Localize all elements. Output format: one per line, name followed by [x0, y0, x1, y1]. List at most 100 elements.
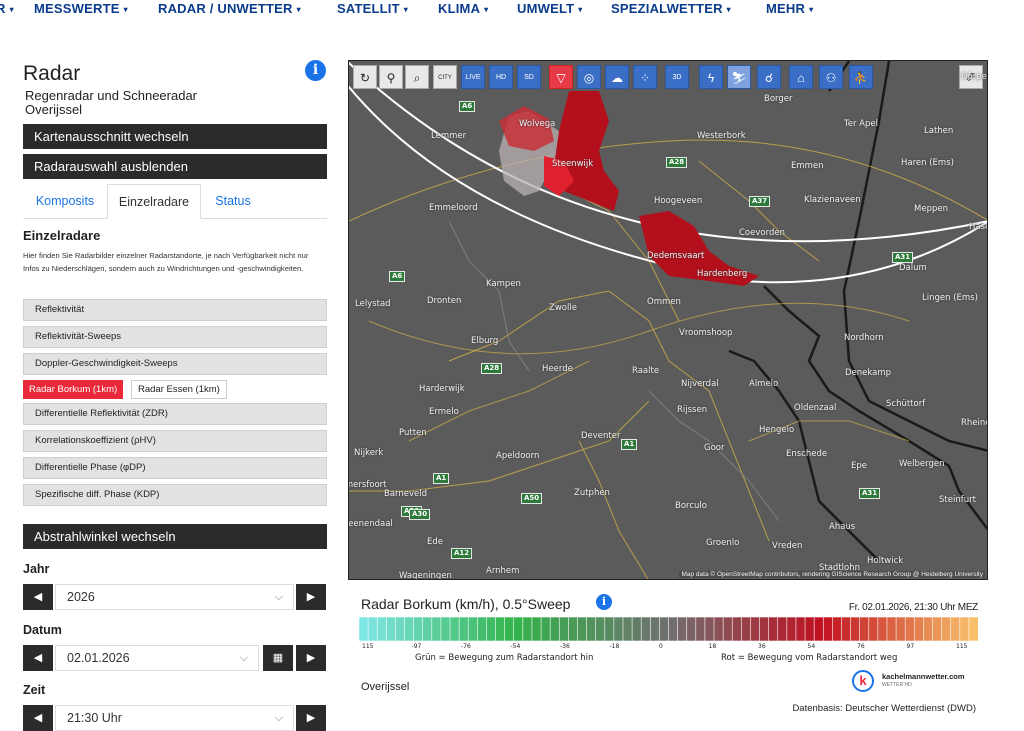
zoom-button[interactable]: ⌕: [405, 65, 429, 89]
radar-map[interactable]: ↻ ⚲ ⌕ CITY LIVE HD SD ▽ ◎ ☁ ⁘ 3D ϟ ⛷ ☌ ⌂…: [348, 60, 988, 580]
scale-swatch: [750, 617, 761, 641]
time-next-button[interactable]: ▶: [296, 705, 326, 731]
nav-item-7[interactable]: MEHR ▾: [766, 1, 813, 16]
tab-einzelradare[interactable]: Einzelradare: [107, 184, 201, 219]
scale-swatch: [822, 617, 833, 641]
place-label: Wageningen: [399, 571, 452, 580]
place-label: Emmen: [791, 161, 824, 171]
nav-item-6[interactable]: SPEZIALWETTER ▾: [611, 1, 731, 16]
scale-swatch: [622, 617, 633, 641]
nav-item-2[interactable]: RADAR / UNWETTER ▾: [158, 1, 301, 16]
place-label: Kampen: [486, 279, 521, 289]
scale-swatch: [686, 617, 697, 641]
nav-item-1[interactable]: MESSWERTE ▾: [34, 1, 128, 16]
nav-label: MEHR: [766, 1, 806, 16]
scale-swatch: [376, 617, 387, 641]
place-label: Hengelo: [759, 425, 795, 435]
place-label: Holtwick: [867, 556, 904, 566]
product-phidp[interactable]: Differentielle Phase (φDP): [23, 457, 327, 479]
cloud-icon[interactable]: ☁: [605, 65, 629, 89]
place-label: Denekamp: [845, 368, 892, 378]
nav-item-4[interactable]: KLIMA ▾: [438, 1, 488, 16]
year-next-button[interactable]: ▶: [296, 584, 326, 610]
place-label: Arnhem: [486, 566, 520, 576]
scale-tick-label: -76: [461, 643, 471, 650]
city-layer-button[interactable]: CITY: [433, 65, 457, 89]
scale-tick-label: 97: [906, 643, 915, 650]
kachelmann-logo[interactable]: k kachelmannwetter.com WETTER HD: [852, 670, 976, 694]
change-angle-button[interactable]: Abstrahlwinkel wechseln: [23, 524, 327, 549]
product-reflectivity[interactable]: Reflektivität: [23, 299, 327, 321]
product-doppler-sweeps[interactable]: Doppler-Geschwindigkeit-Sweeps: [23, 353, 327, 375]
scale-swatch: [449, 617, 460, 641]
date-label: Datum: [23, 623, 62, 637]
radar-borkum-button[interactable]: Radar Borkum (1km): [23, 380, 124, 399]
hide-radar-selection-button[interactable]: Radarauswahl ausblenden: [23, 154, 327, 179]
nav-label: SATELLIT: [337, 1, 400, 16]
caption-red: Rot = Bewegung vom Radarstandort weg: [721, 653, 898, 663]
change-map-section-button[interactable]: Kartenausschnitt wechseln: [23, 124, 327, 149]
radar-layer-button[interactable]: ▽: [549, 65, 573, 89]
year-select[interactable]: 2026 ⌵: [55, 584, 294, 610]
sd-button[interactable]: SD: [517, 65, 541, 89]
place-label: Nordhorn: [844, 333, 884, 343]
nav-item-3[interactable]: SATELLIT ▾: [337, 1, 408, 16]
scale-swatch: [695, 617, 706, 641]
wind-icon[interactable]: ☌: [757, 65, 781, 89]
scale-swatch: [759, 617, 770, 641]
region-subtitle: Overijssel: [25, 102, 83, 117]
date-select[interactable]: 02.01.2026 ⌵: [55, 645, 259, 671]
place-label: Zutphen: [574, 488, 610, 498]
info-icon[interactable]: i: [596, 594, 612, 610]
date-prev-button[interactable]: ◀: [23, 645, 53, 671]
scale-swatch: [395, 617, 406, 641]
scale-swatch: [877, 617, 888, 641]
product-reflectivity-sweeps[interactable]: Reflektivität-Sweeps: [23, 326, 327, 348]
scale-swatch: [413, 617, 424, 641]
location-button[interactable]: ⚲: [379, 65, 403, 89]
radar-essen-button[interactable]: Radar Essen (1km): [131, 380, 227, 399]
nav-item-5[interactable]: UMWELT ▾: [517, 1, 583, 16]
tab-komposits[interactable]: Komposits: [23, 184, 107, 219]
scale-swatch: [422, 617, 433, 641]
hd-button[interactable]: HD: [489, 65, 513, 89]
place-label: Elburg: [471, 336, 499, 346]
scale-tick-label: 0: [659, 643, 663, 650]
product-rhohv[interactable]: Korrelationskoeffizient (ρHV): [23, 430, 327, 452]
refresh-button[interactable]: ↻: [353, 65, 377, 89]
region-label: Overijssel: [361, 681, 410, 693]
3d-button[interactable]: 3D: [665, 65, 689, 89]
place-label: Goor: [704, 443, 725, 453]
place-label: Nijkerk: [354, 448, 384, 458]
date-next-button[interactable]: ▶: [296, 645, 326, 671]
scale-swatch: [859, 617, 870, 641]
person-icon[interactable]: ⛹: [849, 65, 873, 89]
live-button[interactable]: LIVE: [461, 65, 485, 89]
time-prev-button[interactable]: ◀: [23, 705, 53, 731]
scale-swatch: [359, 617, 369, 641]
place-label: Barneveld: [384, 489, 428, 499]
place-label: Enschede: [786, 449, 828, 459]
scale-swatch: [495, 617, 506, 641]
lightning-icon[interactable]: ϟ: [699, 65, 723, 89]
product-zdr[interactable]: Differentielle Reflektivität (ZDR): [23, 403, 327, 425]
scale-tick-label: 18: [708, 643, 717, 650]
product-kdp[interactable]: Spezifische diff. Phase (KDP): [23, 484, 327, 506]
tab-status[interactable]: Status: [201, 184, 265, 219]
color-scale: [359, 617, 978, 641]
year-label: Jahr: [23, 562, 50, 576]
scale-tick-label: -54: [510, 643, 521, 650]
time-select[interactable]: 21:30 Uhr ⌵: [55, 705, 294, 731]
place-label: Almelo: [749, 379, 779, 389]
year-prev-button[interactable]: ◀: [23, 584, 53, 610]
home-icon[interactable]: ⌂: [789, 65, 813, 89]
info-icon[interactable]: i: [305, 60, 326, 81]
nav-item-0[interactable]: R ▾: [0, 1, 14, 16]
scale-tick-label: 115: [956, 643, 968, 650]
dots-icon[interactable]: ⁘: [633, 65, 657, 89]
scale-swatch: [595, 617, 606, 641]
ski-icon[interactable]: ⛷: [727, 65, 751, 89]
calendar-button[interactable]: ▦: [263, 645, 293, 671]
target-icon[interactable]: ◎: [577, 65, 601, 89]
satellite-icon[interactable]: ⚇: [819, 65, 843, 89]
